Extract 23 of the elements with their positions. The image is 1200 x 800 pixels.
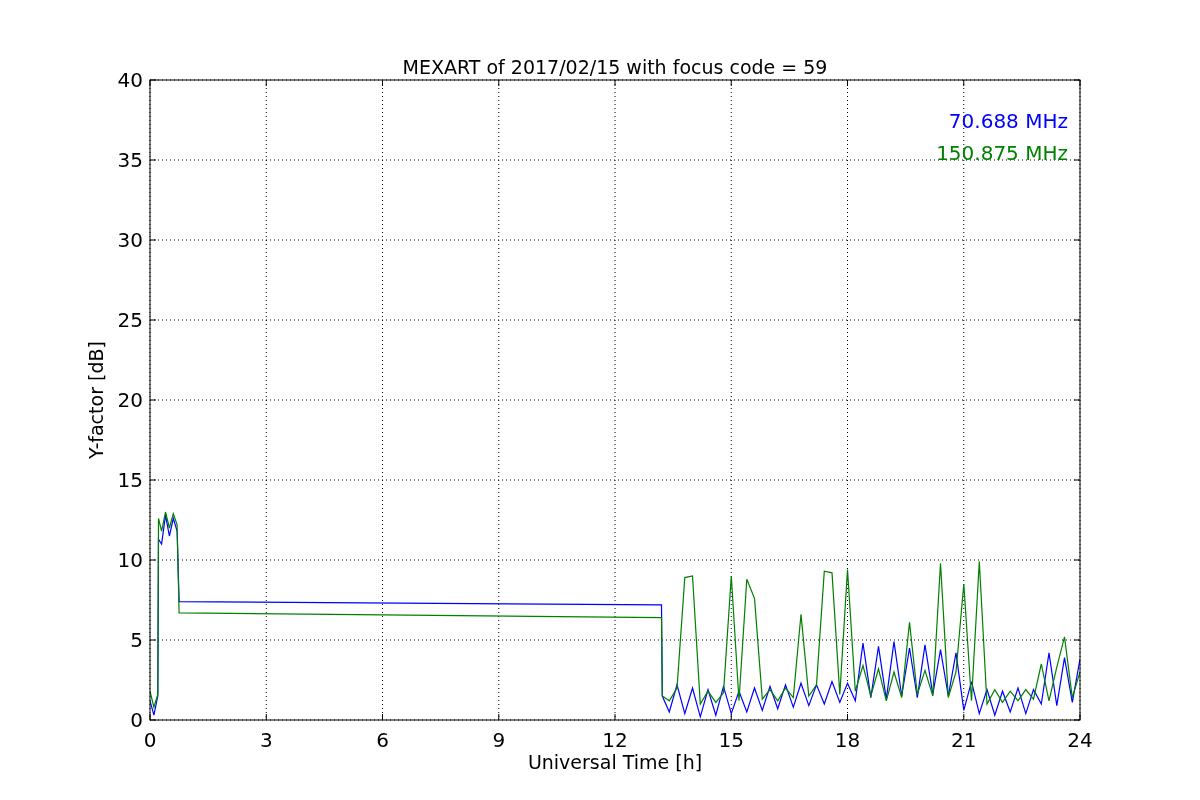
y-tick-label: 15 xyxy=(117,468,143,492)
y-tick-label: 35 xyxy=(117,148,143,172)
x-tick-label: 15 xyxy=(718,728,744,752)
y-tick-label: 20 xyxy=(117,388,143,412)
y-tick-label: 40 xyxy=(117,68,143,92)
x-tick-label: 24 xyxy=(1067,728,1093,752)
x-tick-label: 6 xyxy=(376,728,389,752)
x-tick-label: 3 xyxy=(259,728,273,752)
x-tick-label: 18 xyxy=(834,728,861,752)
y-tick-label: 10 xyxy=(117,548,143,572)
legend-label: 70.688 MHz xyxy=(948,109,1068,133)
x-tick-label: 12 xyxy=(602,728,628,752)
y-tick-label: 0 xyxy=(130,708,143,732)
x-axis-label: Universal Time [h] xyxy=(527,751,703,773)
y-tick-label: 5 xyxy=(130,628,143,652)
x-tick-label: 9 xyxy=(492,728,506,752)
y-tick-label: 30 xyxy=(117,228,143,252)
x-tick-label: 0 xyxy=(143,728,157,752)
y-tick-label: 25 xyxy=(117,308,143,332)
chart-title: MEXART of 2017/02/15 with focus code = 59 xyxy=(402,56,828,78)
x-tick-label: 21 xyxy=(951,728,977,752)
legend-label: 150.875 MHz xyxy=(936,141,1068,165)
y-axis-label: Y-factor [dB] xyxy=(85,341,107,459)
